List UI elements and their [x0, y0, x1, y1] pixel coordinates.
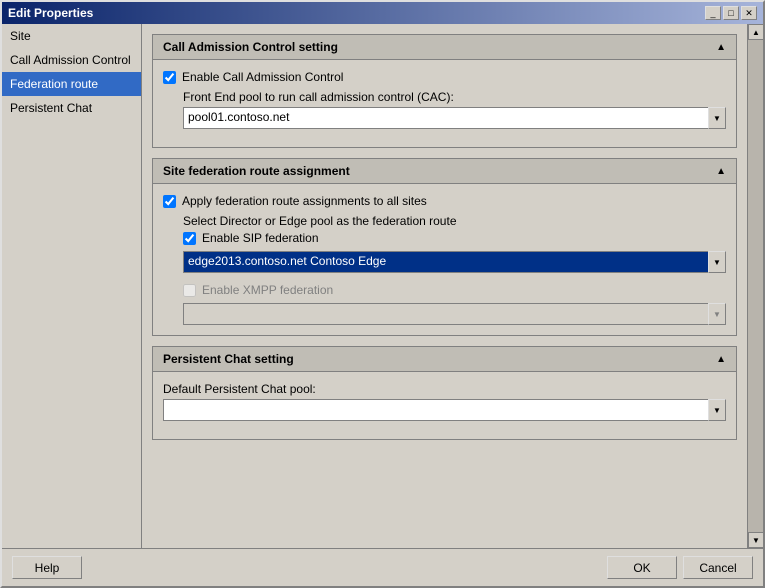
- persistent-chat-pool-dropdown-value[interactable]: [163, 399, 708, 421]
- content-area: Call Admission Control setting ▲ Enable …: [142, 24, 747, 548]
- sip-federation-row: Enable SIP federation: [183, 231, 726, 245]
- maximize-button[interactable]: □: [723, 6, 739, 20]
- xmpp-federation-label: Enable XMPP federation: [202, 283, 333, 297]
- persistent-chat-pool-label: Default Persistent Chat pool:: [163, 382, 726, 396]
- footer: Help OK Cancel: [2, 548, 763, 586]
- federation-indent: Select Director or Edge pool as the fede…: [163, 214, 726, 325]
- sip-federation-dropdown-container: edge2013.contoso.net Contoso Edge ▼: [183, 251, 726, 273]
- ok-button[interactable]: OK: [607, 556, 677, 579]
- sidebar: Site Call Admission Control Federation r…: [2, 24, 142, 548]
- window-controls: _ □ ✕: [705, 6, 757, 20]
- window-title: Edit Properties: [8, 6, 93, 20]
- apply-federation-checkbox[interactable]: [163, 195, 176, 208]
- federation-header: Site federation route assignment ▲: [152, 158, 737, 184]
- cac-header-label: Call Admission Control setting: [163, 40, 338, 54]
- main-content: Site Call Admission Control Federation r…: [2, 24, 763, 548]
- xmpp-federation-row: Enable XMPP federation: [183, 283, 726, 297]
- xmpp-federation-dropdown-container: ▼: [183, 303, 726, 325]
- federation-body: Apply federation route assignments to al…: [152, 184, 737, 336]
- close-button[interactable]: ✕: [741, 6, 757, 20]
- apply-federation-row: Apply federation route assignments to al…: [163, 194, 726, 208]
- main-window: Edit Properties _ □ ✕ Site Call Admissio…: [0, 0, 765, 588]
- enable-cac-row: Enable Call Admission Control: [163, 70, 726, 84]
- xmpp-federation-dropdown-btn: ▼: [708, 303, 726, 325]
- persistent-chat-header: Persistent Chat setting ▲: [152, 346, 737, 372]
- apply-federation-label: Apply federation route assignments to al…: [182, 194, 427, 208]
- cac-section: Call Admission Control setting ▲ Enable …: [152, 34, 737, 148]
- frontend-pool-row: Front End pool to run call admission con…: [163, 90, 726, 129]
- sip-federation-dropdown-value[interactable]: edge2013.contoso.net Contoso Edge: [183, 251, 708, 273]
- sip-federation-dropdown-btn[interactable]: ▼: [708, 251, 726, 273]
- minimize-button[interactable]: _: [705, 6, 721, 20]
- sidebar-item-persistent-chat[interactable]: Persistent Chat: [2, 96, 141, 120]
- persistent-chat-section: Persistent Chat setting ▲ Default Persis…: [152, 346, 737, 440]
- help-button[interactable]: Help: [12, 556, 82, 579]
- scroll-down-button[interactable]: ▼: [748, 532, 763, 548]
- sidebar-item-federation-route[interactable]: Federation route: [2, 72, 141, 96]
- enable-cac-checkbox[interactable]: [163, 71, 176, 84]
- frontend-pool-label: Front End pool to run call admission con…: [183, 90, 726, 104]
- cac-body: Enable Call Admission Control Front End …: [152, 60, 737, 148]
- cancel-button[interactable]: Cancel: [683, 556, 753, 579]
- frontend-pool-dropdown-value[interactable]: pool01.contoso.net: [183, 107, 708, 129]
- frontend-pool-dropdown-btn[interactable]: ▼: [708, 107, 726, 129]
- cac-collapse-icon[interactable]: ▲: [716, 42, 726, 53]
- persistent-chat-pool-dropdown-container: ▼: [163, 399, 726, 421]
- federation-section: Site federation route assignment ▲ Apply…: [152, 158, 737, 336]
- persistent-chat-pool-row: Default Persistent Chat pool: ▼: [163, 382, 726, 421]
- title-bar: Edit Properties _ □ ✕: [2, 2, 763, 24]
- scrollbar: ▲ ▼: [747, 24, 763, 548]
- persistent-chat-body: Default Persistent Chat pool: ▼: [152, 372, 737, 440]
- xmpp-federation-dropdown-value: [183, 303, 708, 325]
- xmpp-federation-checkbox[interactable]: [183, 284, 196, 297]
- select-director-label: Select Director or Edge pool as the fede…: [183, 214, 726, 228]
- persistent-chat-header-label: Persistent Chat setting: [163, 352, 294, 366]
- frontend-pool-dropdown-container: pool01.contoso.net ▼: [183, 107, 726, 129]
- cac-header: Call Admission Control setting ▲: [152, 34, 737, 60]
- federation-header-label: Site federation route assignment: [163, 164, 350, 178]
- footer-right: OK Cancel: [607, 556, 753, 579]
- sidebar-item-call-admission-control[interactable]: Call Admission Control: [2, 48, 141, 72]
- content-wrapper: Call Admission Control setting ▲ Enable …: [142, 24, 763, 548]
- scrollbar-track[interactable]: [748, 40, 763, 532]
- scroll-up-button[interactable]: ▲: [748, 24, 763, 40]
- persistent-chat-pool-dropdown-btn[interactable]: ▼: [708, 399, 726, 421]
- enable-cac-label: Enable Call Admission Control: [182, 70, 343, 84]
- sip-federation-checkbox[interactable]: [183, 232, 196, 245]
- sip-federation-label: Enable SIP federation: [202, 231, 319, 245]
- federation-collapse-icon[interactable]: ▲: [716, 166, 726, 177]
- persistent-chat-collapse-icon[interactable]: ▲: [716, 354, 726, 365]
- sidebar-item-site[interactable]: Site: [2, 24, 141, 48]
